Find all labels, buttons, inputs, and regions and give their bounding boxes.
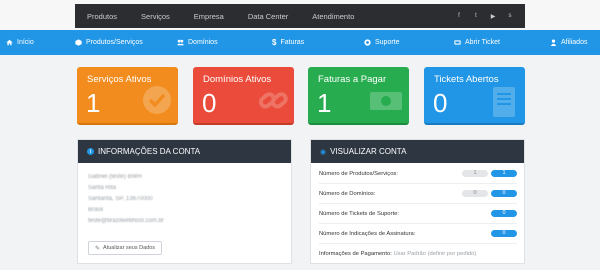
payment-label: Informações de Pagamento: (319, 251, 392, 257)
account-email: teste@brazilwebhost.com.br (88, 218, 164, 224)
stat-label: Número de Indicações de Assinatura: (319, 230, 416, 237)
account-name: Gabriel (teste) BWH (88, 174, 142, 180)
nav-item-faturas[interactable]: $ Faturas (272, 30, 304, 55)
users-icon (177, 39, 184, 46)
skype-icon[interactable]: s (507, 13, 513, 20)
account-country: Brasil (88, 207, 104, 213)
user-icon (550, 39, 557, 46)
card-count: 0 (433, 88, 448, 118)
topnav-link-atendimento[interactable]: Atendimento (312, 12, 354, 21)
nav-item-label: Suporte (375, 39, 400, 46)
youtube-icon[interactable]: ▶ (490, 13, 496, 20)
social-links: f t ▶ s (456, 13, 525, 20)
account-info-panel: i INFORMAÇÕES DA CONTA Gabriel (teste) B… (77, 139, 292, 264)
main-navigation: Início Produtos/Serviços Domínios $ Fatu… (0, 30, 600, 55)
top-navigation: Produtos Serviços Empresa Data Center At… (75, 4, 525, 28)
document-icon (493, 87, 515, 117)
panel-title: VISUALIZAR CONTA (330, 147, 407, 156)
card-servicos-ativos[interactable]: Serviços Ativos 1 (77, 67, 178, 125)
card-title: Faturas a Pagar (318, 74, 387, 85)
eye-icon: ◉ (320, 148, 327, 156)
stat-row-products: Número de Produtos/Serviços: 1 1 (319, 164, 517, 184)
nav-item-label: Faturas (280, 39, 305, 46)
stat-row-tickets: Número de Tickets de Suporte: 0 (319, 204, 517, 224)
payment-value[interactable]: Usar Padrão (definir por pedido) (393, 251, 476, 257)
dollar-icon: $ (272, 38, 277, 47)
stat-label: Número de Produtos/Serviços: (319, 170, 398, 177)
account-city: Santarita, SP, 13670000 (88, 196, 153, 202)
nav-item-afiliados[interactable]: Afiliados (550, 30, 587, 55)
card-title: Tickets Abertos (434, 74, 499, 85)
money-icon (370, 92, 402, 110)
payment-info-row: Informações de Pagamento: Usar Padrão (d… (319, 251, 476, 257)
card-count: 0 (202, 88, 217, 118)
stat-count-blue[interactable]: 0 (491, 190, 517, 197)
nav-item-abrir-ticket[interactable]: Abrir Ticket (454, 30, 500, 55)
facebook-icon[interactable]: f (456, 13, 462, 20)
pencil-icon: ✎ (95, 245, 101, 252)
update-details-button[interactable]: ✎ Atualizar seus Dados (88, 241, 163, 255)
info-icon: i (87, 148, 94, 155)
card-title: Domínios Ativos (203, 74, 272, 85)
stat-label: Número de Domínios: (319, 190, 376, 197)
update-details-label: Atualizar seus Dados (103, 245, 156, 251)
stat-row-domains: Número de Domínios: 0 0 (319, 184, 517, 204)
link-icon (258, 92, 288, 109)
stat-count-grey: 1 (462, 170, 488, 177)
ticket-icon (454, 40, 461, 45)
home-icon (6, 39, 13, 46)
nav-item-label: Início (17, 39, 34, 46)
card-count: 1 (86, 88, 101, 118)
nav-item-produtos-servicos[interactable]: Produtos/Serviços (75, 30, 143, 55)
support-icon (364, 39, 371, 46)
stat-count-blue[interactable]: 1 (491, 170, 517, 177)
account-address: Gabriel (teste) BWH Santa Rita Santarita… (78, 163, 291, 227)
topnav-link-data-center[interactable]: Data Center (248, 12, 288, 21)
nav-item-inicio[interactable]: Início (6, 30, 34, 55)
stat-label: Número de Tickets de Suporte: (319, 210, 399, 217)
panel-title: INFORMAÇÕES DA CONTA (98, 147, 201, 156)
account-street: Santa Rita (88, 185, 117, 191)
card-dominios-ativos[interactable]: Domínios Ativos 0 (193, 67, 294, 125)
card-title: Serviços Ativos (87, 74, 152, 85)
card-tickets-abertos[interactable]: Tickets Abertos 0 (424, 67, 525, 125)
stat-row-referrals: Número de Indicações de Assinatura: 0 (319, 224, 517, 244)
panel-header: i INFORMAÇÕES DA CONTA (78, 140, 291, 163)
twitter-icon[interactable]: t (473, 13, 479, 20)
account-overview-panel: ◉ VISUALIZAR CONTA Número de Produtos/Se… (310, 139, 525, 264)
topnav-link-produtos[interactable]: Produtos (87, 12, 117, 21)
nav-item-dominios[interactable]: Domínios (177, 30, 218, 55)
check-icon (143, 86, 171, 114)
nav-item-label: Produtos/Serviços (86, 39, 143, 46)
card-count: 1 (317, 88, 332, 118)
top-navigation-bar: Produtos Serviços Empresa Data Center At… (0, 0, 600, 30)
topnav-link-empresa[interactable]: Empresa (194, 12, 224, 21)
cube-icon (75, 39, 82, 46)
nav-item-label: Abrir Ticket (465, 39, 501, 46)
panel-header: ◉ VISUALIZAR CONTA (311, 140, 524, 163)
topnav-link-servicos[interactable]: Serviços (141, 12, 170, 21)
stat-count-blue[interactable]: 0 (491, 210, 517, 217)
stat-count-blue[interactable]: 0 (491, 230, 517, 237)
nav-item-label: Domínios (188, 39, 218, 46)
nav-item-suporte[interactable]: Suporte (364, 30, 400, 55)
nav-item-label: Afiliados (561, 39, 588, 46)
stat-count-grey: 0 (462, 190, 488, 197)
card-faturas-a-pagar[interactable]: Faturas a Pagar 1 (308, 67, 409, 125)
